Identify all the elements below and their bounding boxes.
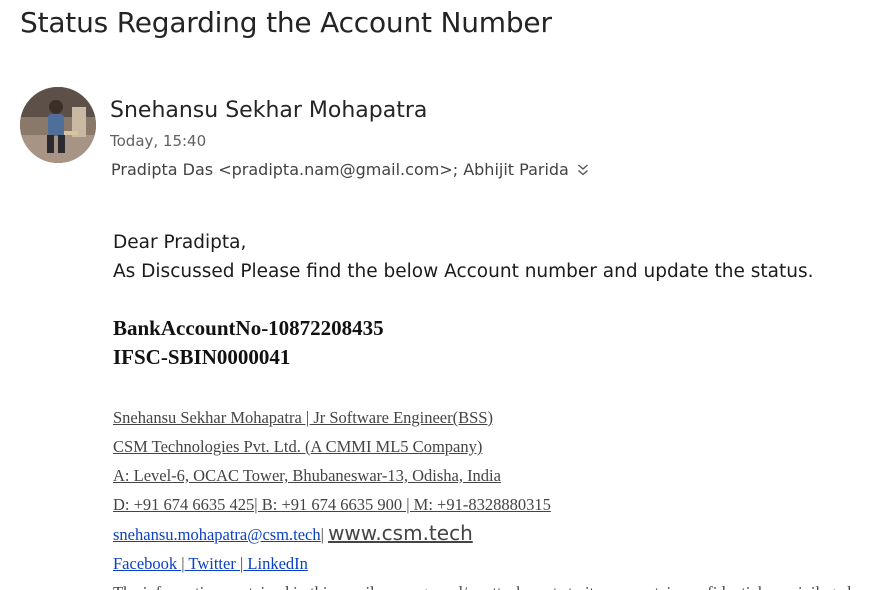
signature-name-title-text: Snehansu Sekhar Mohapatra | Jr Software … bbox=[113, 408, 493, 427]
recipients-line: Pradipta Das <pradipta.nam@gmail.com>; A… bbox=[111, 160, 589, 179]
email-date: Today, 15:40 bbox=[110, 132, 207, 150]
signature-name-title: Snehansu Sekhar Mohapatra | Jr Software … bbox=[113, 403, 863, 432]
signature-address-text: A: Level-6, OCAC Tower, Bhubaneswar-13, … bbox=[113, 466, 501, 485]
signature-separator: | bbox=[320, 525, 329, 544]
sender-name: Snehansu Sekhar Mohapatra bbox=[110, 98, 428, 123]
account-number: BankAccountNo-10872208435 bbox=[113, 316, 384, 340]
social-links: Facebook | Twitter | LinkedIn bbox=[113, 549, 863, 578]
ifsc-code: IFSC-SBIN0000041 bbox=[113, 345, 291, 369]
chevron-double-down-icon[interactable] bbox=[577, 163, 589, 177]
email-body: Dear Pradipta, As Discussed Please find … bbox=[113, 228, 863, 590]
signature-phones: D: +91 674 6635 425| B: +91 674 6635 900… bbox=[113, 490, 863, 519]
signature-address: A: Level-6, OCAC Tower, Bhubaneswar-13, … bbox=[113, 461, 863, 490]
disclaimer-text: The information contained in this email … bbox=[113, 578, 863, 590]
recipients-text: Pradipta Das <pradipta.nam@gmail.com>; A… bbox=[111, 160, 569, 179]
twitter-link[interactable]: Twitter bbox=[185, 554, 240, 573]
signature-company-text: CSM Technologies Pvt. Ltd. (A CMMI ML5 C… bbox=[113, 437, 483, 456]
email-subject: Status Regarding the Account Number bbox=[20, 6, 552, 39]
linkedin-link[interactable]: LinkedIn bbox=[243, 554, 307, 573]
signature-company: CSM Technologies Pvt. Ltd. (A CMMI ML5 C… bbox=[113, 432, 863, 461]
signature-phones-text: D: +91 674 6635 425| B: +91 674 6635 900… bbox=[113, 495, 551, 514]
message-text: As Discussed Please find the below Accou… bbox=[113, 261, 814, 282]
signature-email-link[interactable]: snehansu.mohapatra@csm.tech bbox=[113, 525, 321, 544]
signature-contact: snehansu.mohapatra@csm.tech| www.csm.tec… bbox=[113, 519, 863, 549]
facebook-link[interactable]: Facebook bbox=[113, 554, 181, 573]
sender-avatar[interactable] bbox=[20, 87, 96, 163]
greeting: Dear Pradipta, bbox=[113, 232, 247, 253]
website-link[interactable]: www.csm.tech bbox=[328, 521, 473, 545]
